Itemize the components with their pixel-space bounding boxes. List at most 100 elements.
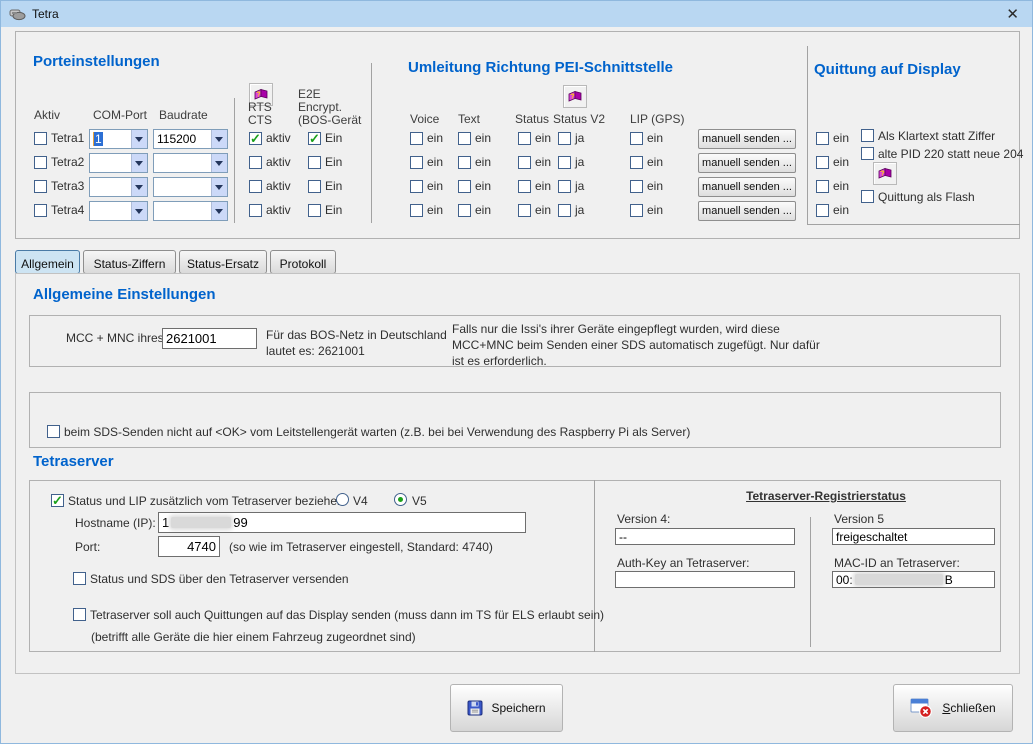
tetra3-e2e-checkbox[interactable] <box>308 180 321 193</box>
status-checkbox[interactable] <box>518 180 531 193</box>
status-checkbox[interactable] <box>518 204 531 217</box>
v4-radio[interactable] <box>336 493 349 506</box>
chevron-down-icon[interactable] <box>131 202 147 220</box>
quittung-ein-checkbox[interactable] <box>816 204 829 217</box>
tab-protokoll[interactable]: Protokoll <box>270 250 336 274</box>
manuell-senden-button[interactable]: manuell senden ... <box>698 129 796 149</box>
lip-checkbox[interactable] <box>630 132 643 145</box>
manuell-senden-button[interactable]: manuell senden ... <box>698 177 796 197</box>
tetra1-e2e-checkbox[interactable] <box>308 132 321 145</box>
ein-label[interactable]: ein <box>833 132 849 145</box>
versenden-checkbox[interactable] <box>73 572 86 585</box>
alte-pid-label[interactable]: alte PID 220 statt neue 204 <box>878 148 1023 161</box>
tetra4-aktiv-checkbox[interactable] <box>34 204 47 217</box>
v4-label[interactable]: V4 <box>353 495 368 508</box>
lip-checkbox[interactable] <box>630 204 643 217</box>
text-checkbox[interactable] <box>458 204 471 217</box>
tetra2-baud-select[interactable] <box>153 153 228 173</box>
quittung-ein-checkbox[interactable] <box>816 156 829 169</box>
chevron-down-icon[interactable] <box>131 130 147 148</box>
sds-wait-checkbox[interactable] <box>47 425 60 438</box>
flash-checkbox[interactable] <box>861 190 874 203</box>
ein-label[interactable]: ein <box>833 156 849 169</box>
tetra4-rts-checkbox[interactable] <box>249 204 262 217</box>
quittungen-checkbox[interactable] <box>73 608 86 621</box>
tetra2-aktiv-checkbox[interactable] <box>34 156 47 169</box>
rts-aktiv-label[interactable]: aktiv <box>266 180 291 193</box>
tetra3-rts-checkbox[interactable] <box>249 180 262 193</box>
tetra4-com-select[interactable] <box>89 201 148 221</box>
ein-label[interactable]: ein <box>427 156 443 169</box>
tetra3-aktiv-checkbox[interactable] <box>34 180 47 193</box>
tab-status-ziffern[interactable]: Status-Ziffern <box>83 250 176 274</box>
lip-checkbox[interactable] <box>630 156 643 169</box>
ein-label[interactable]: ein <box>475 132 491 145</box>
tetra1-aktiv-checkbox[interactable] <box>34 132 47 145</box>
tetra4-baud-select[interactable] <box>153 201 228 221</box>
ein-label[interactable]: ein <box>535 204 551 217</box>
ein-label[interactable]: ein <box>427 204 443 217</box>
quittung-ein-checkbox[interactable] <box>816 180 829 193</box>
ein-label[interactable]: ein <box>647 180 663 193</box>
chevron-down-icon[interactable] <box>211 154 227 172</box>
ja-label[interactable]: ja <box>575 156 584 169</box>
v5-label[interactable]: V5 <box>412 495 427 508</box>
tetra3-baud-select[interactable] <box>153 177 228 197</box>
e2e-ein-label[interactable]: Ein <box>325 180 342 193</box>
rts-aktiv-label[interactable]: aktiv <box>266 132 291 145</box>
ein-label[interactable]: ein <box>535 156 551 169</box>
v5-radio[interactable] <box>394 493 407 506</box>
ja-label[interactable]: ja <box>575 132 584 145</box>
statusv2-checkbox[interactable] <box>558 156 571 169</box>
voice-checkbox[interactable] <box>410 132 423 145</box>
hostname-input[interactable]: 199 <box>158 512 526 533</box>
rts-aktiv-label[interactable]: aktiv <box>266 156 291 169</box>
tetra1-baud-select[interactable]: 115200 <box>153 129 228 149</box>
chevron-down-icon[interactable] <box>131 178 147 196</box>
ein-label[interactable]: ein <box>647 132 663 145</box>
tab-allgemein[interactable]: Allgemein <box>15 250 80 274</box>
ein-label[interactable]: ein <box>427 132 443 145</box>
klartext-label[interactable]: Als Klartext statt Ziffer <box>878 130 995 143</box>
e2e-ein-label[interactable]: Ein <box>325 156 342 169</box>
voice-checkbox[interactable] <box>410 180 423 193</box>
quittungen-label[interactable]: Tetraserver soll auch Quittungen auf das… <box>90 609 604 622</box>
save-button[interactable]: Speichern <box>450 684 563 732</box>
ein-label[interactable]: ein <box>475 204 491 217</box>
ein-label[interactable]: ein <box>535 132 551 145</box>
rts-aktiv-label[interactable]: aktiv <box>266 204 291 217</box>
alte-pid-checkbox[interactable] <box>861 147 874 160</box>
ein-label[interactable]: ein <box>475 156 491 169</box>
manuell-senden-button[interactable]: manuell senden ... <box>698 201 796 221</box>
text-checkbox[interactable] <box>458 180 471 193</box>
close-button[interactable]: Schließen <box>893 684 1013 732</box>
statusv2-checkbox[interactable] <box>558 132 571 145</box>
e2e-ein-label[interactable]: Ein <box>325 204 342 217</box>
chevron-down-icon[interactable] <box>211 130 227 148</box>
tetraserver-bezug-label[interactable]: Status und LIP zusätzlich vom Tetraserve… <box>68 495 347 508</box>
tetra3-com-select[interactable] <box>89 177 148 197</box>
quittung-help-button[interactable]: ? <box>873 162 897 185</box>
e2e-ein-label[interactable]: Ein <box>325 132 342 145</box>
port-input[interactable]: 4740 <box>158 536 220 557</box>
text-checkbox[interactable] <box>458 156 471 169</box>
tab-status-ersatz[interactable]: Status-Ersatz <box>179 250 267 274</box>
ein-label[interactable]: ein <box>833 204 849 217</box>
statusv2-help-button[interactable]: ? <box>563 85 587 108</box>
tetraserver-bezug-checkbox[interactable] <box>51 494 64 507</box>
voice-checkbox[interactable] <box>410 156 423 169</box>
klartext-checkbox[interactable] <box>861 129 874 142</box>
mcc-input[interactable]: 2621001 <box>162 328 257 349</box>
voice-checkbox[interactable] <box>410 204 423 217</box>
ein-label[interactable]: ein <box>833 180 849 193</box>
statusv2-checkbox[interactable] <box>558 204 571 217</box>
tetra2-e2e-checkbox[interactable] <box>308 156 321 169</box>
quittung-ein-checkbox[interactable] <box>816 132 829 145</box>
lip-checkbox[interactable] <box>630 180 643 193</box>
tetra4-e2e-checkbox[interactable] <box>308 204 321 217</box>
ja-label[interactable]: ja <box>575 204 584 217</box>
status-checkbox[interactable] <box>518 156 531 169</box>
tetra1-com-select[interactable]: 1 <box>89 129 148 149</box>
ein-label[interactable]: ein <box>427 180 443 193</box>
tetra1-rts-checkbox[interactable] <box>249 132 262 145</box>
